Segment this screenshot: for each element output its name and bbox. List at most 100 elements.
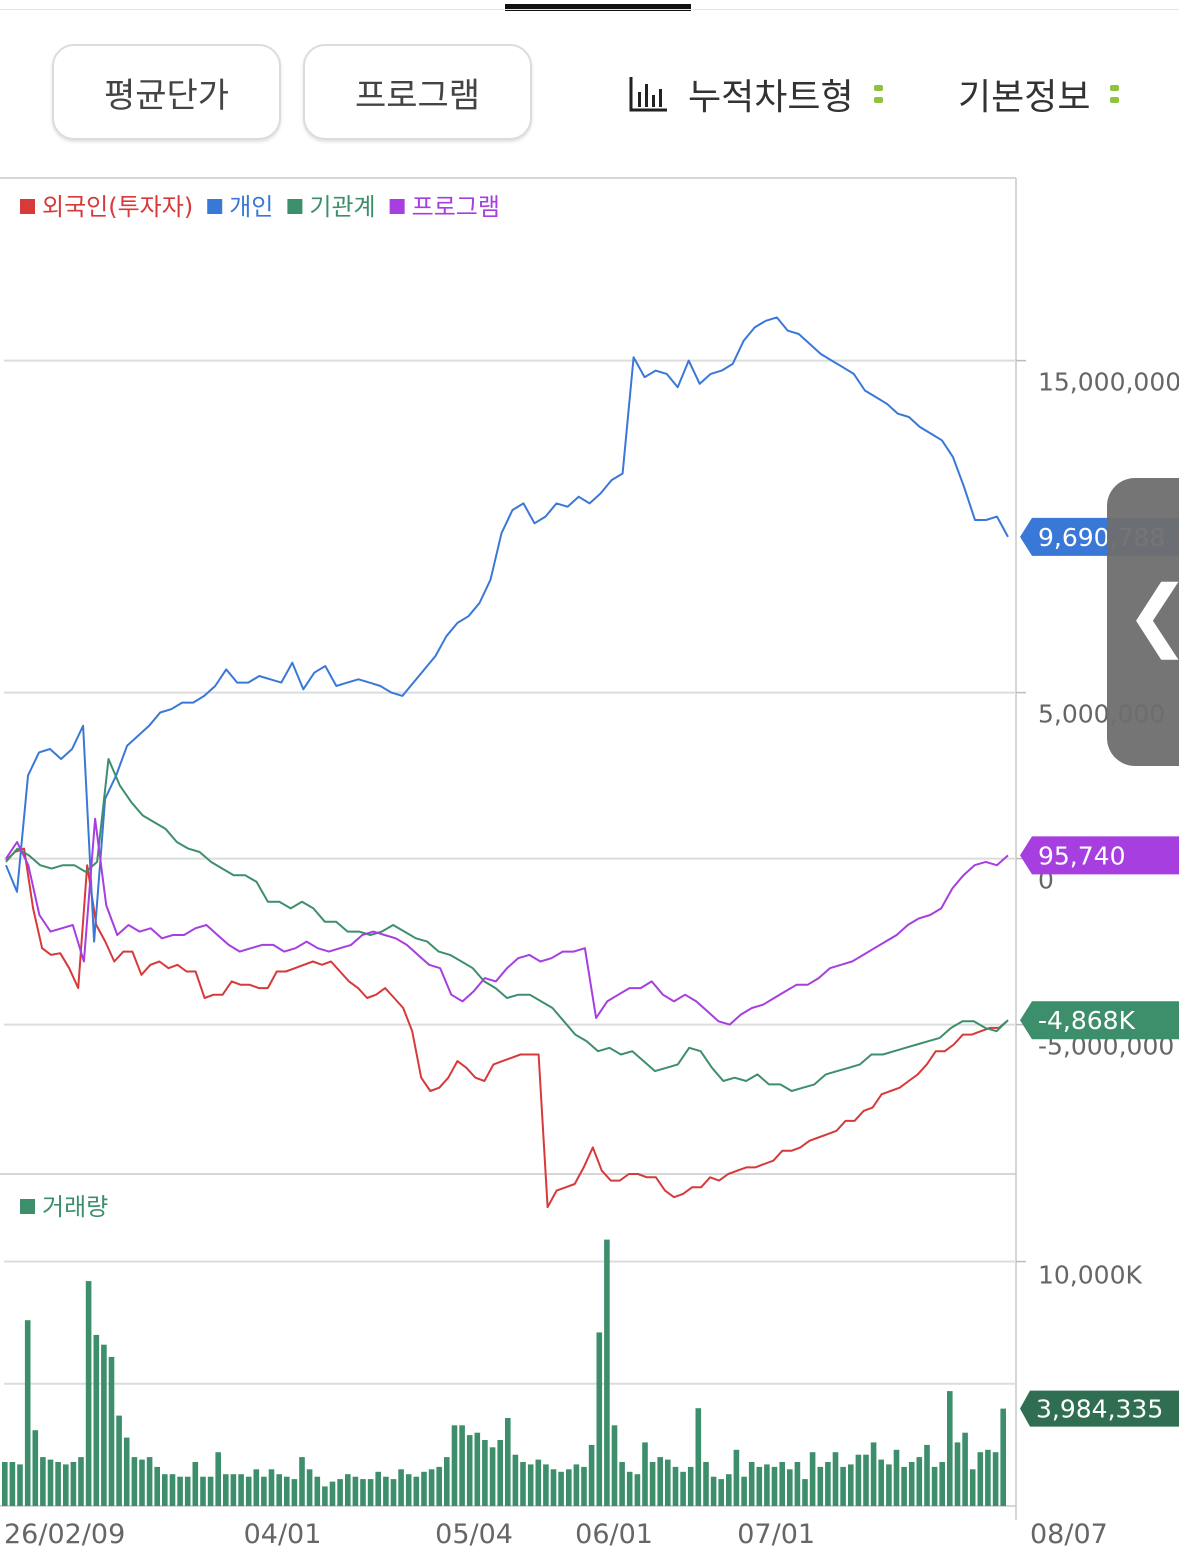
volume-bar — [459, 1425, 465, 1506]
volume-bar — [657, 1457, 663, 1506]
volume-bar — [276, 1474, 282, 1506]
volume-bar — [375, 1471, 381, 1506]
volume-bar — [733, 1449, 740, 1506]
volume-bar — [764, 1464, 770, 1506]
volume-bar — [108, 1356, 115, 1506]
volume-bar — [299, 1457, 305, 1506]
x-tick-label: 04/01 — [244, 1519, 322, 1547]
volume-bar — [261, 1476, 267, 1506]
volume-bar — [787, 1469, 793, 1506]
volume-bar — [840, 1466, 846, 1506]
legend-swatch — [20, 199, 35, 214]
volume-bar — [878, 1459, 884, 1506]
volume-bar — [893, 1449, 900, 1506]
volume-bar — [428, 1469, 435, 1506]
y-tick-label: 15,000,000 — [1038, 368, 1179, 397]
volume-bar — [924, 1444, 930, 1506]
value-badge-label: 3,984,335 — [1036, 1395, 1163, 1424]
volume-bar — [687, 1466, 694, 1506]
volume-bar — [916, 1457, 923, 1506]
volume-bar — [207, 1476, 214, 1506]
volume-bar — [848, 1464, 854, 1506]
volume-bar — [314, 1476, 321, 1506]
volume-bar — [413, 1476, 420, 1506]
volume-bar — [139, 1459, 145, 1506]
volume-bar — [184, 1476, 191, 1506]
volume-bar — [482, 1440, 488, 1506]
volume-bar — [116, 1415, 122, 1506]
x-tick-label: 26/02/09 — [4, 1519, 125, 1547]
volume-bar — [527, 1464, 534, 1506]
volume-bar — [9, 1462, 16, 1506]
volume-bar — [85, 1281, 92, 1506]
volume-bar — [931, 1466, 938, 1506]
legend-label: 거래량 — [42, 1193, 108, 1221]
x-tick-label: 07/01 — [737, 1519, 815, 1547]
legend-label: 외국인(투자자) — [42, 193, 193, 221]
volume-bar — [969, 1469, 976, 1506]
volume-bar — [863, 1454, 869, 1506]
volume-bar — [101, 1344, 107, 1506]
volume-bar — [268, 1469, 275, 1506]
volume-bar — [40, 1457, 46, 1506]
y-tick-label: 10,000K — [1038, 1261, 1142, 1290]
volume-bar — [390, 1479, 397, 1506]
series-line-0 — [5, 847, 1009, 1209]
volume-bar — [444, 1457, 450, 1506]
x-tick-label: 05/04 — [435, 1519, 513, 1547]
volume-bar — [322, 1486, 328, 1506]
volume-bar — [642, 1442, 648, 1506]
volume-bar — [474, 1432, 481, 1506]
series-line-3 — [5, 817, 1009, 1026]
volume-bar — [954, 1442, 961, 1506]
volume-bar — [710, 1476, 717, 1506]
volume-bar — [1000, 1408, 1006, 1506]
volume-bar — [566, 1469, 572, 1506]
chevron-left-icon: ❮ — [1125, 570, 1179, 660]
volume-bar — [200, 1476, 206, 1506]
volume-bar — [718, 1479, 724, 1506]
investor-trend-chart: 15,000,0005,000,0000-5,000,000외국인(투자자) 개인… — [0, 177, 1179, 1547]
volume-bar — [626, 1471, 633, 1506]
volume-bar — [588, 1444, 595, 1506]
volume-bar — [78, 1457, 84, 1506]
volume-bar — [169, 1474, 176, 1506]
volume-bar — [238, 1474, 244, 1506]
value-badge-label: -4,868K — [1038, 1006, 1136, 1035]
legend-swatch — [389, 199, 405, 214]
volume-bar — [771, 1466, 778, 1506]
volume-bar — [215, 1452, 221, 1506]
volume-bar — [619, 1462, 625, 1506]
volume-bar — [497, 1440, 503, 1506]
volume-bar — [535, 1459, 542, 1506]
volume-bar — [992, 1452, 999, 1506]
volume-bar — [245, 1476, 252, 1506]
volume-bar — [47, 1459, 54, 1506]
volume-bar — [908, 1462, 915, 1506]
legend-swatch — [287, 199, 303, 214]
volume-bar — [367, 1479, 374, 1506]
volume-bar — [977, 1452, 984, 1506]
volume-bar — [741, 1476, 747, 1506]
x-tick-label: 08/07 — [1030, 1519, 1108, 1547]
volume-bar — [360, 1479, 366, 1506]
volume-bar — [809, 1452, 816, 1506]
volume-bar — [703, 1462, 709, 1506]
volume-bar — [337, 1479, 343, 1506]
volume-bar — [634, 1474, 641, 1506]
legend-label: 기관계 — [309, 193, 375, 221]
volume-bar — [436, 1466, 442, 1506]
side-panel-handle[interactable]: ❮ — [1107, 478, 1179, 766]
volume-bar — [505, 1418, 511, 1506]
volume-bar — [291, 1479, 298, 1506]
legend-label: 개인 — [229, 193, 273, 221]
legend-swatch — [207, 199, 223, 214]
volume-bar — [177, 1476, 183, 1506]
volume-bar — [962, 1432, 968, 1506]
volume-bar — [2, 1462, 8, 1506]
series-line-1 — [5, 316, 1009, 943]
x-tick-label: 06/01 — [575, 1519, 653, 1547]
volume-bar — [192, 1462, 199, 1506]
volume-bar — [832, 1452, 839, 1506]
volume-bar — [947, 1391, 953, 1506]
